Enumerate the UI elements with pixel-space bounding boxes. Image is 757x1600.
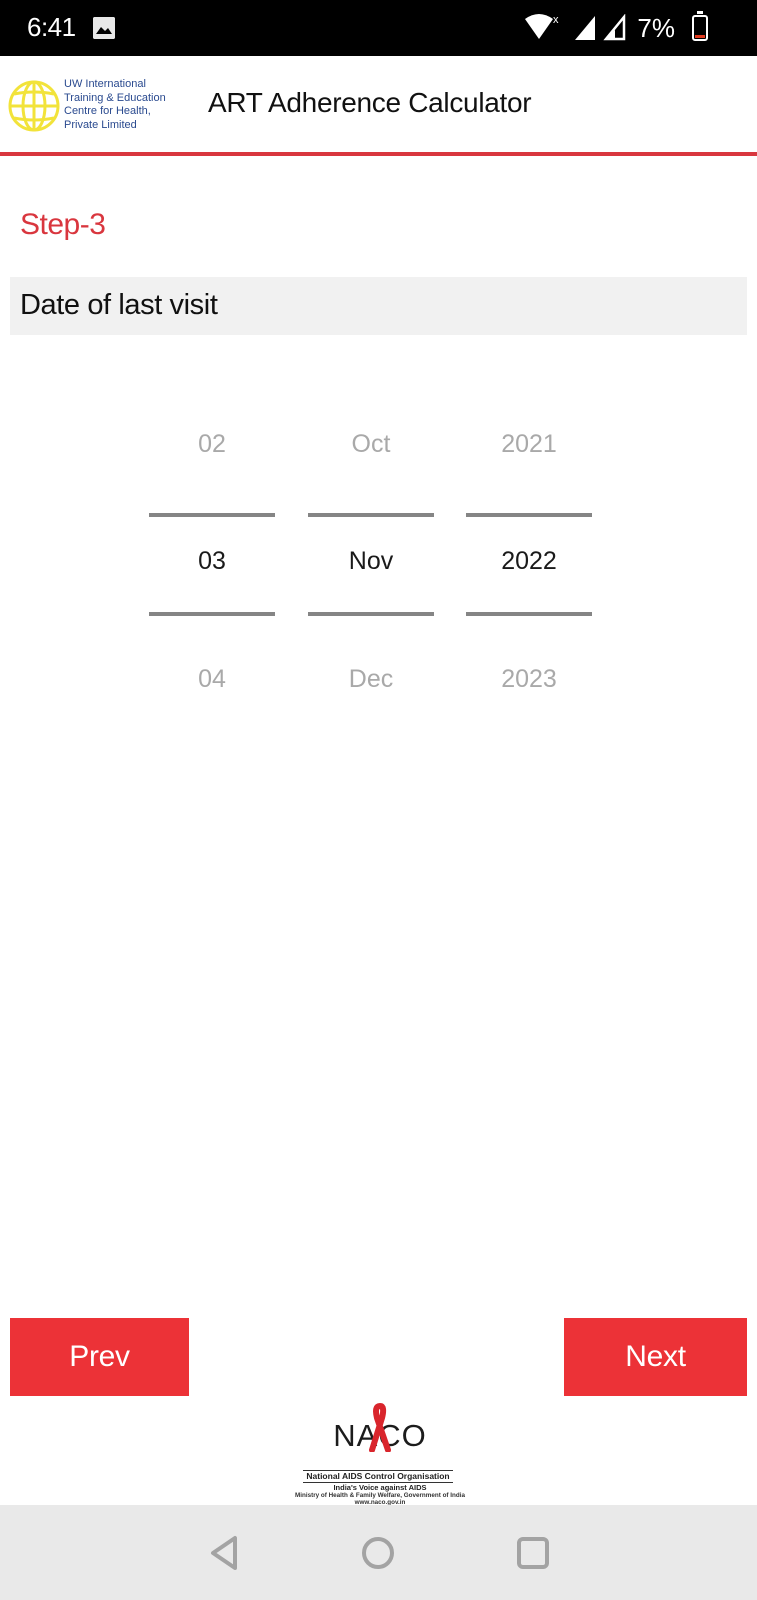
status-time: 6:41 [27,12,76,42]
year-next[interactable]: 2023 [466,665,592,694]
recents-icon[interactable] [513,1533,553,1573]
org-name-line: UW International [64,78,146,90]
month-prev[interactable]: Oct [308,430,434,459]
wifi-icon: x [525,14,559,39]
month-selected[interactable]: Nov [308,547,434,576]
naco-tagline: India's Voice against AIDS [333,1483,427,1492]
image-notification-icon [93,17,115,39]
red-ribbon-icon [369,1402,391,1452]
org-name-line: Training & Education [64,91,166,104]
org-name: UW International Training & Education Ce… [64,78,166,132]
app-title: ART Adherence Calculator [208,87,532,118]
battery-percent: 7% [637,12,675,43]
status-icons: x 7% [523,12,707,44]
selection-divider [466,513,592,517]
home-icon[interactable] [358,1533,398,1573]
app-header: UW International Training & Education Ce… [0,56,757,156]
naco-footer-logo: NACO National AIDS Control Organisation … [270,1400,490,1506]
year-wheel[interactable]: 2021 2022 2023 [466,400,592,700]
status-bar: 6:41 x 7% [0,0,757,56]
selection-divider [149,612,275,616]
day-wheel[interactable]: 02 03 04 [149,400,275,700]
month-next[interactable]: Dec [308,665,434,694]
next-button[interactable]: Next [564,1318,747,1396]
battery-icon [692,11,708,41]
day-prev[interactable]: 02 [149,430,275,459]
system-nav-bar [0,1505,757,1600]
selection-divider [308,612,434,616]
field-label: Date of last visit [20,289,218,321]
month-wheel[interactable]: Oct Nov Dec [308,400,434,700]
naco-org-name: National AIDS Control Organisation [303,1470,453,1483]
year-selected[interactable]: 2022 [466,547,592,576]
prev-button[interactable]: Prev [10,1318,189,1396]
naco-ministry: Ministry of Health & Family Welfare, Gov… [295,1492,465,1499]
org-name-line: Private Limited [64,118,137,131]
signal-empty-icon [603,14,626,41]
day-selected[interactable]: 03 [149,547,275,576]
selection-divider [466,612,592,616]
date-picker: 02 03 04 Oct Nov Dec 2021 2022 2023 [0,400,757,700]
selection-divider [149,513,275,517]
day-next[interactable]: 04 [149,665,275,694]
selection-divider [308,513,434,517]
signal-icon [575,16,596,40]
field-label-box: Date of last visit [10,277,747,335]
org-name-line: Centre for Health, [64,105,151,117]
globe-logo-icon [8,80,60,132]
year-prev[interactable]: 2021 [466,430,592,459]
step-label: Step-3 [20,208,106,241]
back-icon[interactable] [205,1533,245,1573]
svg-text:x: x [553,14,559,26]
